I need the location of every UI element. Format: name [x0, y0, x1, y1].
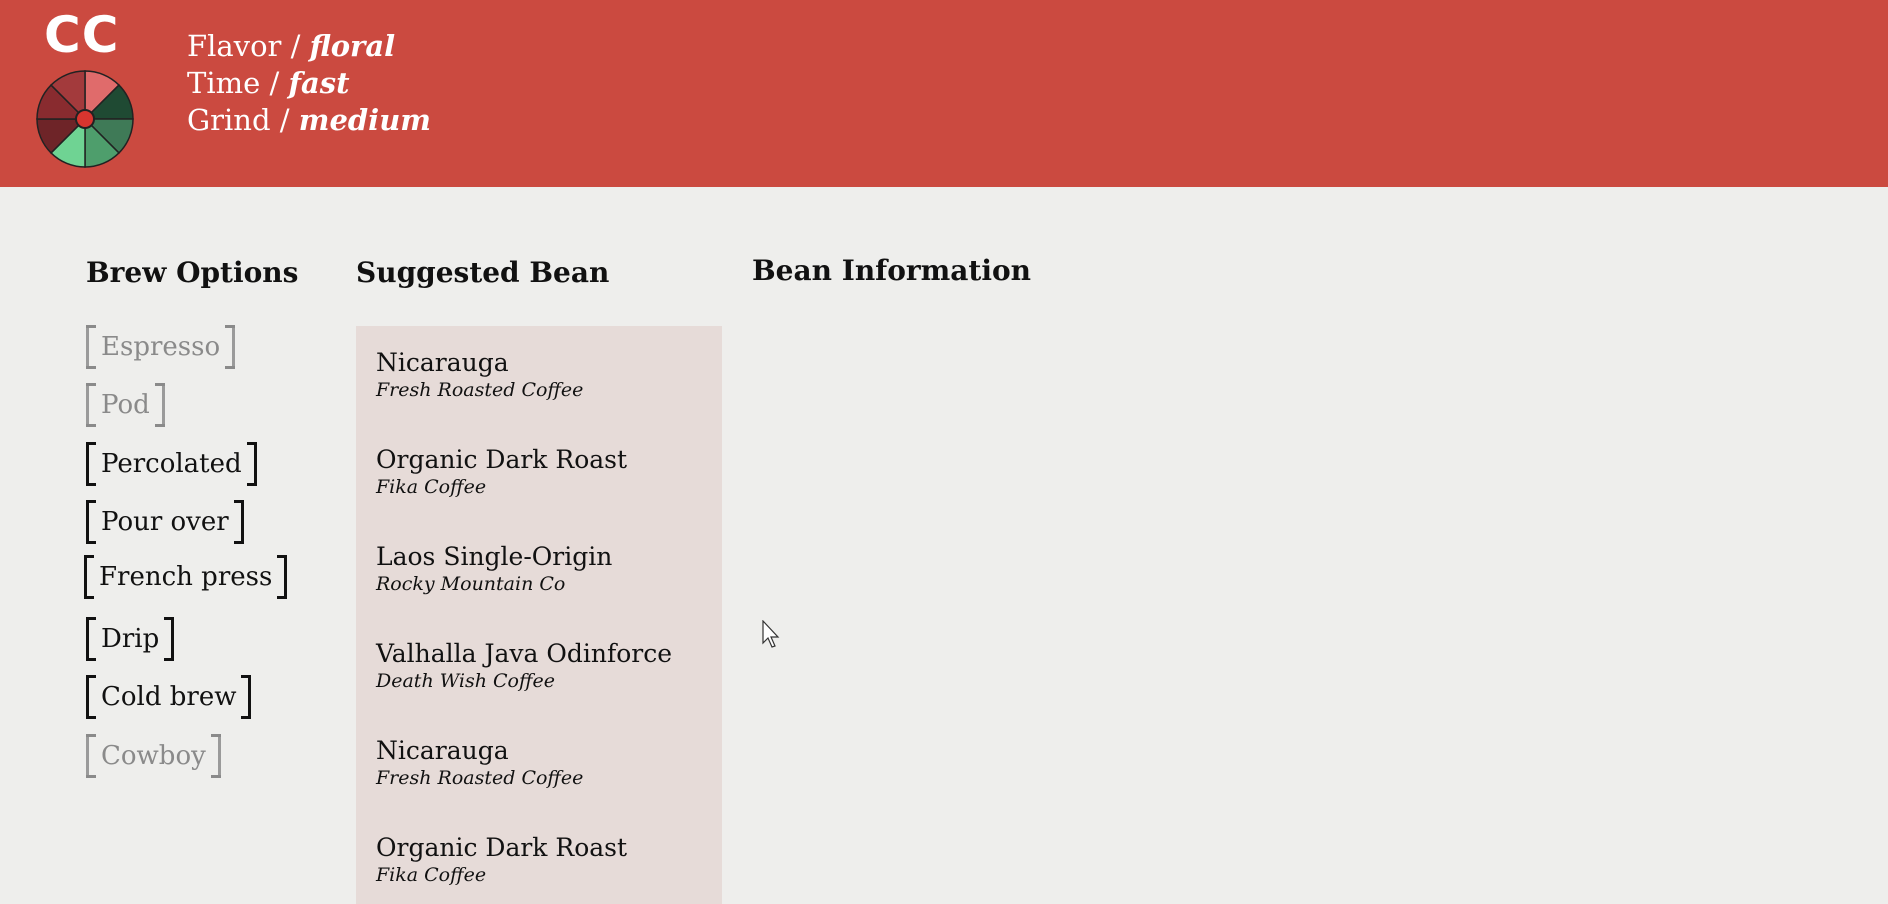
- app-header: CC Flavor / floral Time / fast Grind / m…: [0, 0, 1888, 187]
- filter-grind[interactable]: Grind / medium: [187, 102, 431, 139]
- brew-option-cold-brew[interactable]: Cold brew: [86, 675, 252, 719]
- bean-list-item[interactable]: Organic Dark Roast Fika Coffee: [376, 445, 627, 499]
- filter-summary: Flavor / floral Time / fast Grind / medi…: [187, 28, 431, 139]
- bean-roaster: Rocky Mountain Co: [376, 573, 566, 595]
- bean-list-item[interactable]: Laos Single-Origin Rocky Mountain Co: [376, 542, 612, 596]
- brew-options-heading: Brew Options: [86, 256, 299, 289]
- bean-roaster: Fika Coffee: [376, 476, 487, 498]
- bean-roaster: Fresh Roasted Coffee: [376, 379, 584, 401]
- bean-name: Organic Dark Roast: [376, 445, 628, 474]
- bean-information-panel: [752, 310, 1832, 890]
- suggested-bean-heading: Suggested Bean: [356, 256, 610, 289]
- bean-list-item[interactable]: Nicarauga Fresh Roasted Coffee: [376, 736, 583, 790]
- brew-option-espresso[interactable]: Espresso: [86, 325, 236, 369]
- bean-information-heading: Bean Information: [752, 254, 1032, 287]
- brew-option-pod[interactable]: Pod: [86, 383, 165, 427]
- filter-flavor-value: floral: [309, 29, 396, 63]
- brew-option-drip[interactable]: Drip: [86, 617, 175, 661]
- bean-name: Valhalla Java Odinforce: [376, 639, 673, 668]
- filter-grind-value: medium: [298, 103, 431, 137]
- bean-name: Laos Single-Origin: [376, 542, 613, 571]
- bean-name: Nicarauga: [376, 348, 509, 377]
- mouse-pointer-icon: [762, 620, 780, 648]
- brew-option-pour-over[interactable]: Pour over: [86, 500, 244, 544]
- bean-roaster: Fika Coffee: [376, 864, 487, 886]
- brew-option-percolated[interactable]: Percolated: [86, 442, 257, 486]
- brew-option-cowboy[interactable]: Cowboy: [86, 734, 221, 778]
- bean-roaster: Death Wish Coffee: [376, 670, 555, 692]
- bean-list-item[interactable]: Organic Dark Roast Fika Coffee: [376, 833, 627, 887]
- bean-name: Organic Dark Roast: [376, 833, 628, 862]
- bean-list-item[interactable]: Nicarauga Fresh Roasted Coffee: [376, 348, 583, 402]
- bean-roaster: Fresh Roasted Coffee: [376, 767, 584, 789]
- app-logo[interactable]: CC: [44, 6, 119, 64]
- flavor-wheel-icon[interactable]: [32, 66, 138, 172]
- filter-flavor[interactable]: Flavor / floral: [187, 28, 431, 65]
- brew-option-french-press[interactable]: French press: [84, 555, 288, 599]
- bean-list-item[interactable]: Valhalla Java Odinforce Death Wish Coffe…: [376, 639, 672, 693]
- bean-name: Nicarauga: [376, 736, 509, 765]
- filter-time[interactable]: Time / fast: [187, 65, 431, 102]
- suggested-bean-list: Nicarauga Fresh Roasted Coffee Organic D…: [356, 326, 722, 904]
- filter-time-value: fast: [288, 66, 350, 100]
